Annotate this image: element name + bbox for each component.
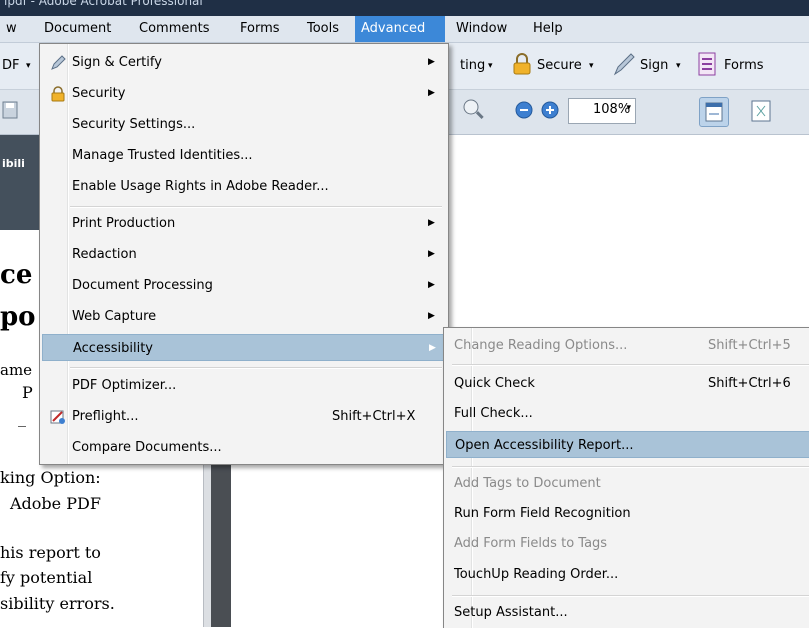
menu-separator	[452, 595, 809, 597]
doc-text: Adobe PDF	[10, 494, 101, 513]
menu-separator	[70, 206, 442, 208]
pen-icon[interactable]	[612, 51, 636, 77]
submenu-arrow-icon: ▶	[428, 57, 435, 67]
pen-icon	[50, 54, 66, 70]
submenu-arrow-icon: ▶	[429, 343, 436, 353]
menu-item-accessibility[interactable]: Accessibility ▶	[42, 334, 446, 361]
pane-header: ibili	[0, 135, 40, 230]
doc-text: fy potential	[0, 568, 93, 587]
editing-label[interactable]: ting	[460, 57, 485, 75]
menu-window[interactable]: Window	[450, 16, 513, 42]
menu-item-run-form-field-recognition[interactable]: Run Form Field Recognition	[446, 500, 809, 527]
menu-item-security-settings[interactable]: Security Settings...	[42, 111, 444, 138]
doc-text: ame	[0, 361, 33, 379]
forms-label[interactable]: Forms	[724, 57, 764, 75]
pane-header-title: ibili	[2, 157, 25, 170]
doc-text: king Option:	[0, 468, 101, 487]
chevron-down-icon[interactable]: ▾	[676, 57, 681, 75]
menu-item-full-check[interactable]: Full Check...	[446, 400, 809, 427]
menu-item-preflight[interactable]: Preflight... Shift+Ctrl+X	[42, 403, 444, 430]
sign-label[interactable]: Sign	[640, 57, 668, 75]
menu-document[interactable]: Document	[38, 16, 117, 42]
zoom-field[interactable]: 108% ▾	[568, 98, 636, 124]
menu-bar: w Document Comments Forms Tools Advanced…	[0, 16, 809, 43]
menu-forms[interactable]: Forms	[234, 16, 286, 42]
secure-label[interactable]: Secure	[537, 57, 582, 75]
menu-item-sign-certify[interactable]: Sign & Certify ▶	[42, 49, 444, 76]
accessibility-submenu: Change Reading Options... Shift+Ctrl+5 Q…	[443, 327, 809, 628]
zoom-out-icon[interactable]	[515, 101, 533, 119]
submenu-arrow-icon: ▶	[428, 218, 435, 228]
menu-item-compare-documents[interactable]: Compare Documents...	[42, 434, 444, 461]
menu-item-web-capture[interactable]: Web Capture ▶	[42, 303, 444, 330]
menu-item-redaction[interactable]: Redaction ▶	[42, 241, 444, 268]
zoom-in-icon[interactable]	[541, 101, 559, 119]
menu-view[interactable]: w	[0, 16, 23, 42]
menu-item-enable-usage-rights[interactable]: Enable Usage Rights in Adobe Reader...	[42, 173, 444, 200]
lock-icon	[50, 85, 66, 102]
forms-icon[interactable]	[697, 52, 717, 76]
menu-item-pdf-optimizer[interactable]: PDF Optimizer...	[42, 372, 444, 399]
menu-separator	[452, 364, 809, 366]
advanced-menu: Sign & Certify ▶ Security ▶ Security Set…	[39, 43, 449, 465]
menu-help[interactable]: Help	[527, 16, 569, 42]
submenu-arrow-icon: ▶	[428, 88, 435, 98]
menu-item-document-processing[interactable]: Document Processing ▶	[42, 272, 444, 299]
fit-page-icon[interactable]	[749, 99, 773, 123]
menu-item-security[interactable]: Security ▶	[42, 80, 444, 107]
menu-item-open-accessibility-report[interactable]: Open Accessibility Report...	[446, 431, 809, 458]
window-title: ipdf - Adobe Acrobat Professional	[4, 0, 203, 8]
doc-text: sibility errors.	[0, 594, 115, 613]
menu-item-change-reading-options[interactable]: Change Reading Options... Shift+Ctrl+5	[446, 332, 809, 359]
menu-advanced[interactable]: Advanced	[355, 16, 445, 42]
chevron-down-icon[interactable]: ▾	[26, 57, 31, 75]
doc-text: _	[18, 408, 26, 427]
doc-text: po	[0, 302, 36, 332]
zoom-value: 108%	[593, 102, 631, 117]
menu-item-touchup-reading-order[interactable]: TouchUp Reading Order...	[446, 561, 809, 588]
chevron-down-icon[interactable]: ▾	[589, 57, 594, 75]
marquee-zoom-icon[interactable]	[462, 98, 486, 122]
doc-text: his report to	[0, 543, 101, 562]
preflight-icon	[50, 408, 66, 424]
submenu-arrow-icon: ▶	[428, 249, 435, 259]
menu-separator	[70, 367, 442, 369]
menu-item-manage-trusted-identities[interactable]: Manage Trusted Identities...	[42, 142, 444, 169]
menu-item-setup-assistant[interactable]: Setup Assistant...	[446, 599, 809, 626]
submenu-arrow-icon: ▶	[428, 280, 435, 290]
lock-icon[interactable]	[512, 53, 532, 75]
menu-separator	[452, 466, 809, 468]
menu-tools[interactable]: Tools	[301, 16, 345, 42]
chevron-down-icon[interactable]: ▾	[488, 57, 493, 75]
chevron-down-icon[interactable]: ▾	[626, 103, 631, 113]
title-bar: ipdf - Adobe Acrobat Professional	[0, 0, 809, 16]
menu-item-quick-check[interactable]: Quick Check Shift+Ctrl+6	[446, 370, 809, 397]
create-pdf-label[interactable]: DF	[2, 57, 20, 75]
menu-item-add-form-fields-to-tags[interactable]: Add Form Fields to Tags	[446, 530, 809, 557]
doc-text: ce	[0, 260, 33, 290]
save-icon[interactable]	[2, 100, 20, 120]
menu-item-add-tags[interactable]: Add Tags to Document	[446, 470, 809, 497]
doc-text: P	[22, 383, 33, 402]
submenu-arrow-icon: ▶	[428, 311, 435, 321]
menu-comments[interactable]: Comments	[133, 16, 215, 42]
fit-width-icon[interactable]	[699, 97, 729, 127]
menu-item-print-production[interactable]: Print Production ▶	[42, 210, 444, 237]
